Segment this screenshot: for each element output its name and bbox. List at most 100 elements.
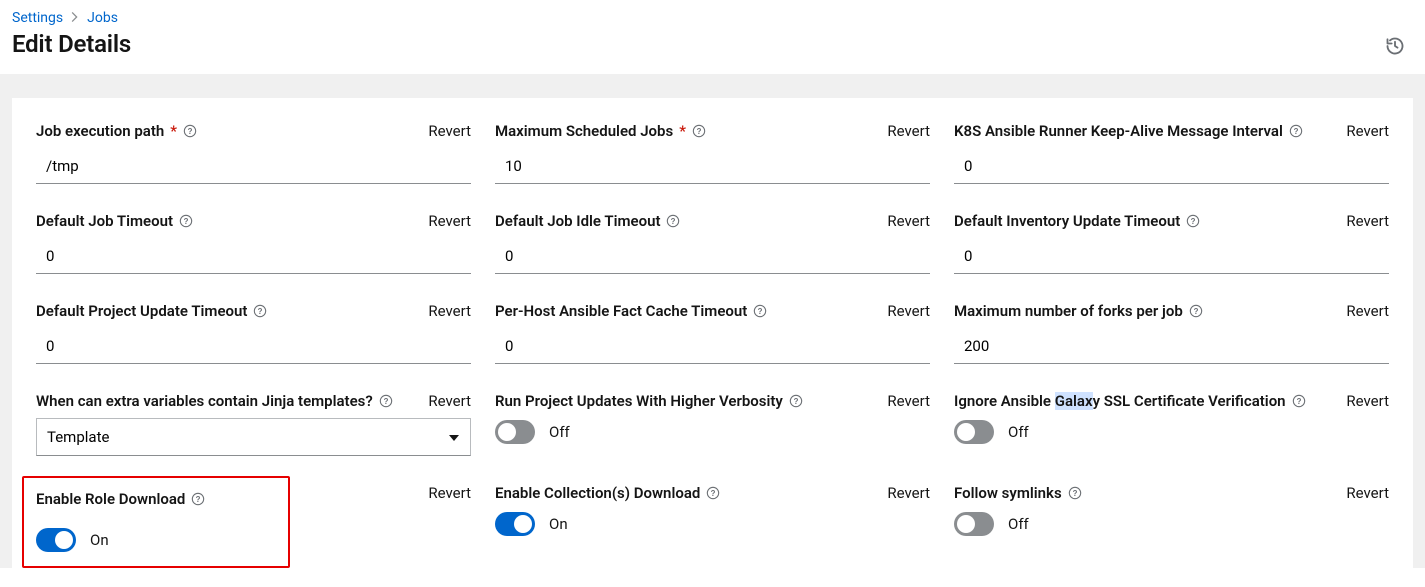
field-label: Job execution path * ?: [36, 122, 197, 140]
field-label: Enable Collection(s) Download ?: [495, 484, 720, 502]
field-k8s-keepalive: K8S Ansible Runner Keep-Alive Message In…: [954, 122, 1389, 184]
revert-button[interactable]: Revert: [887, 302, 930, 320]
svg-text:?: ?: [196, 495, 201, 504]
field-per-host-fact-cache-timeout: Per-Host Ansible Fact Cache Timeout ? Re…: [495, 302, 930, 364]
highlight-callout: Enable Role Download ? On: [22, 476, 290, 568]
label-text: Default Job Timeout: [36, 212, 173, 230]
label-text: Default Job Idle Timeout: [495, 212, 660, 230]
svg-text:?: ?: [793, 397, 798, 406]
default-inventory-update-timeout-input[interactable]: [954, 238, 1389, 274]
help-icon[interactable]: ?: [179, 214, 193, 228]
svg-text:?: ?: [1072, 489, 1077, 498]
help-icon[interactable]: ?: [753, 304, 767, 318]
k8s-keepalive-input[interactable]: [954, 148, 1389, 184]
revert-button[interactable]: Revert: [428, 122, 471, 140]
field-default-job-idle-timeout: Default Job Idle Timeout ? Revert: [495, 212, 930, 274]
svg-text:?: ?: [1293, 127, 1298, 136]
job-execution-path-input[interactable]: [36, 148, 471, 184]
chevron-right-icon: [71, 12, 79, 24]
label-text: Default Inventory Update Timeout: [954, 212, 1180, 230]
svg-text:?: ?: [1193, 307, 1198, 316]
help-icon[interactable]: ?: [1289, 124, 1303, 138]
help-icon[interactable]: ?: [191, 492, 205, 506]
svg-text:?: ?: [711, 489, 716, 498]
revert-button[interactable]: Revert: [887, 392, 930, 410]
label-text: Maximum number of forks per job: [954, 302, 1183, 320]
breadcrumb-settings-link[interactable]: Settings: [12, 10, 63, 26]
field-default-project-update-timeout: Default Project Update Timeout ? Revert: [36, 302, 471, 364]
field-ignore-galaxy-ssl: Ignore Ansible Galaxy SSL Certificate Ve…: [954, 392, 1389, 456]
field-max-scheduled-jobs: Maximum Scheduled Jobs * ? Revert: [495, 122, 930, 184]
label-text: Default Project Update Timeout: [36, 302, 247, 320]
revert-button[interactable]: Revert: [1346, 484, 1389, 502]
jinja-extra-vars-select[interactable]: Template: [36, 418, 471, 456]
label-text: Run Project Updates With Higher Verbosit…: [495, 392, 783, 410]
help-icon[interactable]: ?: [1292, 394, 1306, 408]
page-header: Settings Jobs Edit Details: [0, 0, 1425, 74]
toggle-state-label: Off: [1008, 423, 1029, 441]
label-text: Follow symlinks: [954, 484, 1062, 502]
svg-text:?: ?: [758, 307, 763, 316]
revert-button[interactable]: Revert: [1346, 392, 1389, 410]
revert-button[interactable]: Revert: [887, 484, 930, 502]
field-enable-role-download: Revert Enable Role Download ? On: [36, 484, 471, 568]
field-follow-symlinks: Follow symlinks ? Revert Off: [954, 484, 1389, 568]
svg-text:?: ?: [1296, 397, 1301, 406]
help-icon[interactable]: ?: [1068, 486, 1082, 500]
help-icon[interactable]: ?: [1189, 304, 1203, 318]
help-icon[interactable]: ?: [379, 394, 393, 408]
run-project-updates-verbosity-toggle[interactable]: [495, 420, 535, 444]
max-forks-input[interactable]: [954, 328, 1389, 364]
max-scheduled-jobs-input[interactable]: [495, 148, 930, 184]
label-text: When can extra variables contain Jinja t…: [36, 392, 373, 410]
enable-role-download-toggle[interactable]: [36, 528, 76, 552]
follow-symlinks-toggle[interactable]: [954, 512, 994, 536]
help-icon[interactable]: ?: [666, 214, 680, 228]
revert-button[interactable]: Revert: [1346, 212, 1389, 230]
help-icon[interactable]: ?: [183, 124, 197, 138]
help-icon[interactable]: ?: [1186, 214, 1200, 228]
field-max-forks: Maximum number of forks per job ? Revert: [954, 302, 1389, 364]
label-text: Enable Collection(s) Download: [495, 484, 700, 502]
field-label: Default Job Idle Timeout ?: [495, 212, 680, 230]
field-label: Maximum Scheduled Jobs * ?: [495, 122, 706, 140]
breadcrumb-jobs-link[interactable]: Jobs: [87, 10, 118, 26]
ignore-galaxy-ssl-toggle[interactable]: [954, 420, 994, 444]
svg-text:?: ?: [671, 217, 676, 226]
label-text: Enable Role Download: [36, 490, 185, 508]
toggle-state-label: Off: [549, 423, 570, 441]
page-title: Edit Details: [12, 30, 1413, 58]
revert-button[interactable]: Revert: [887, 122, 930, 140]
content-canvas: Job execution path * ? Revert Maximum Sc…: [0, 74, 1425, 568]
help-icon[interactable]: ?: [692, 124, 706, 138]
svg-text:?: ?: [188, 127, 193, 136]
revert-button[interactable]: Revert: [428, 212, 471, 230]
help-icon[interactable]: ?: [789, 394, 803, 408]
revert-button[interactable]: Revert: [428, 392, 471, 410]
default-job-timeout-input[interactable]: [36, 238, 471, 274]
help-icon[interactable]: ?: [253, 304, 267, 318]
required-asterisk: *: [679, 122, 686, 140]
default-project-update-timeout-input[interactable]: [36, 328, 471, 364]
required-asterisk: *: [170, 122, 177, 140]
history-icon[interactable]: [1385, 36, 1405, 60]
per-host-fact-cache-timeout-input[interactable]: [495, 328, 930, 364]
revert-button[interactable]: Revert: [428, 302, 471, 320]
revert-button[interactable]: Revert: [1346, 122, 1389, 140]
field-label: When can extra variables contain Jinja t…: [36, 392, 393, 410]
enable-collections-download-toggle[interactable]: [495, 512, 535, 536]
toggle-state-label: On: [90, 531, 109, 549]
label-text: Maximum Scheduled Jobs: [495, 122, 673, 140]
revert-button[interactable]: Revert: [428, 484, 471, 502]
revert-button[interactable]: Revert: [1346, 302, 1389, 320]
help-icon[interactable]: ?: [706, 486, 720, 500]
svg-text:?: ?: [697, 127, 702, 136]
revert-button[interactable]: Revert: [887, 212, 930, 230]
settings-grid: Job execution path * ? Revert Maximum Sc…: [36, 122, 1389, 568]
field-job-execution-path: Job execution path * ? Revert: [36, 122, 471, 184]
default-job-idle-timeout-input[interactable]: [495, 238, 930, 274]
field-label: Enable Role Download ?: [36, 490, 205, 508]
field-enable-collections-download: Enable Collection(s) Download ? Revert O…: [495, 484, 930, 568]
label-text: K8S Ansible Runner Keep-Alive Message In…: [954, 122, 1283, 140]
svg-text:?: ?: [383, 397, 388, 406]
